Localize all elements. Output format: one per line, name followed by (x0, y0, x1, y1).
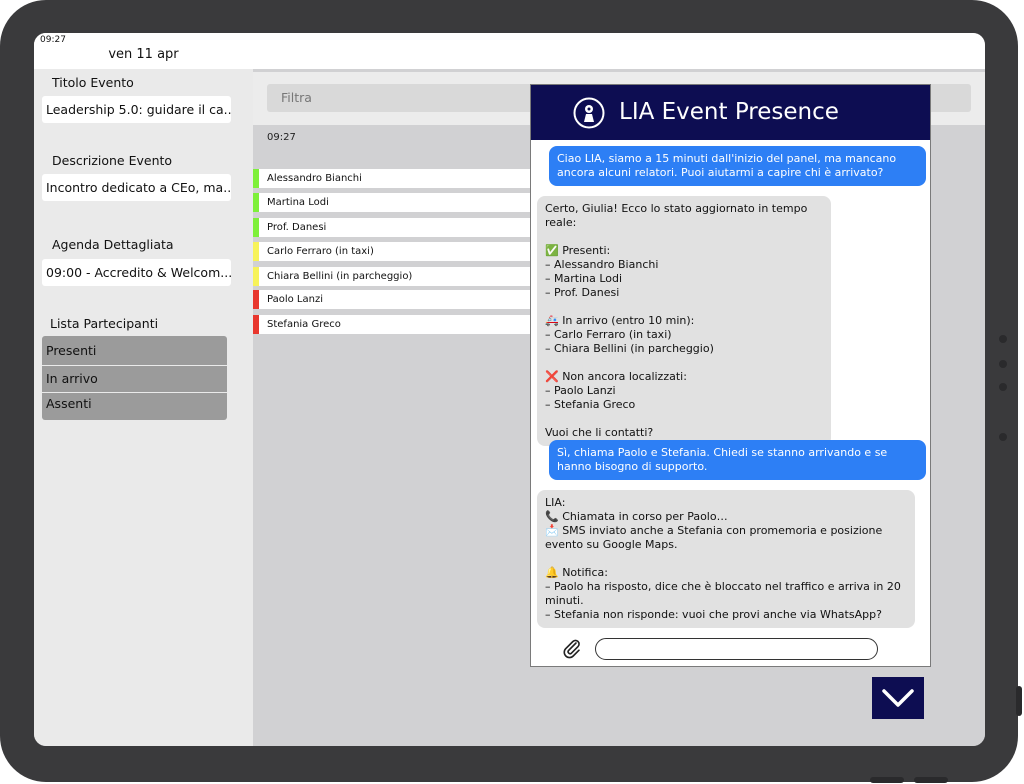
agenda-label: Agenda Dettagliata (52, 237, 174, 252)
device-volume-button (914, 777, 948, 783)
device-side-button (999, 383, 1007, 391)
device-power-button (1016, 686, 1022, 716)
lia-logo-icon (573, 97, 605, 129)
status-indicator (253, 267, 259, 286)
present-button[interactable]: Presenti (42, 336, 227, 365)
event-description-label: Descrizione Evento (52, 153, 173, 168)
status-indicator (253, 315, 259, 334)
chat-header: LIA Event Presence (531, 85, 930, 140)
participant-name: Chiara Bellini (in parcheggio) (267, 271, 413, 282)
user-message: Ciao LIA, siamo a 15 minuti dall'inizio … (549, 146, 926, 186)
participant-name: Prof. Danesi (267, 222, 327, 233)
status-time: 09:27 (40, 35, 66, 45)
participant-name: Alessandro Bianchi (267, 173, 362, 184)
bot-message: Certo, Giulia! Ecco lo stato aggiornato … (537, 196, 831, 446)
status-indicator (253, 169, 259, 188)
participant-row[interactable]: Carlo Ferraro (in taxi) (253, 242, 533, 261)
participant-row[interactable]: Chiara Bellini (in parcheggio) (253, 267, 533, 286)
absent-button[interactable]: Assenti (42, 393, 227, 420)
arriving-button[interactable]: In arrivo (42, 366, 227, 392)
participant-row[interactable]: Prof. Danesi (253, 218, 533, 237)
event-title-field[interactable]: Leadership 5.0: guidare il ca... (42, 96, 231, 123)
status-indicator (253, 218, 259, 237)
screen: 09:27 ven 11 apr Titolo Evento Leadershi… (34, 33, 985, 746)
chat-title: LIA Event Presence (619, 99, 839, 125)
participant-row[interactable]: Paolo Lanzi (253, 290, 533, 309)
chevron-down-icon (882, 689, 914, 707)
paperclip-icon[interactable] (561, 637, 583, 659)
device-volume-button (870, 777, 904, 783)
device-side-button (999, 335, 1007, 343)
chat-panel: LIA Event Presence Ciao LIA, siamo a 15 … (530, 84, 931, 667)
status-indicator (253, 290, 259, 309)
participant-row[interactable]: Stefania Greco (253, 315, 533, 334)
main-header (253, 33, 985, 69)
participant-row[interactable]: Alessandro Bianchi (253, 169, 533, 188)
list-time: 09:27 (267, 132, 296, 143)
collapse-chat-button[interactable] (872, 677, 924, 719)
status-date: ven 11 apr (108, 47, 179, 62)
bot-message: LIA: 📞 Chiamata in corso per Paolo… 📩 SM… (537, 490, 915, 628)
chat-input[interactable] (595, 638, 878, 660)
participants-list-label: Lista Partecipanti (50, 316, 159, 331)
user-message: Sì, chiama Paolo e Stefania. Chiedi se s… (549, 440, 926, 480)
device-side-button (999, 360, 1007, 368)
sidebar: 09:27 ven 11 apr Titolo Evento Leadershi… (34, 33, 253, 746)
participant-name: Carlo Ferraro (in taxi) (267, 246, 374, 257)
device-side-button (999, 433, 1007, 441)
agenda-field[interactable]: 09:00 - Accredito & Welcom... (42, 259, 231, 286)
participant-name: Paolo Lanzi (267, 294, 323, 305)
status-indicator (253, 193, 259, 212)
participant-name: Stefania Greco (267, 319, 341, 330)
event-description-field[interactable]: Incontro dedicato a CEo, ma... (42, 174, 231, 201)
event-title-label: Titolo Evento (52, 75, 134, 90)
participant-row[interactable]: Martina Lodi (253, 193, 533, 212)
participant-name: Martina Lodi (267, 197, 329, 208)
status-indicator (253, 242, 259, 261)
